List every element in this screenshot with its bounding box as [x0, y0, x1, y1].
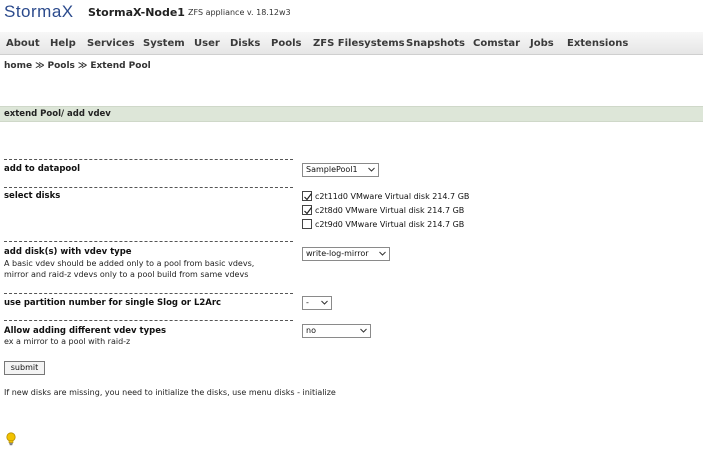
appliance-version: ZFS appliance v. 18.12w3	[188, 8, 291, 17]
partition-number-select[interactable]: -	[302, 296, 332, 310]
breadcrumb-extend-pool[interactable]: Extend Pool	[90, 61, 150, 71]
menu-item-comstar[interactable]: Comstar	[473, 38, 520, 49]
node-name: StormaX-Node1	[88, 6, 185, 19]
menu-item-system[interactable]: System	[143, 38, 185, 49]
menu-item-help[interactable]: Help	[50, 38, 76, 49]
chevron-down-icon	[321, 300, 328, 305]
datapool-select-value: SamplePool1	[306, 165, 358, 174]
lightbulb-icon[interactable]	[5, 432, 17, 446]
allow-different-select-value: no	[306, 326, 316, 335]
allow-different-help: ex a mirror to a pool with raid-z	[4, 337, 131, 346]
stormax-logo[interactable]: StormaX	[4, 2, 74, 22]
partition-number-label: use partition number for single Slog or …	[4, 298, 222, 308]
select-disks-label: select disks	[4, 191, 61, 201]
checkmark-icon	[304, 193, 312, 201]
menu-item-jobs[interactable]: Jobs	[530, 38, 554, 49]
menu-item-snapshots[interactable]: Snapshots	[406, 38, 465, 49]
menu-item-zfs-filesystems[interactable]: ZFS Filesystems	[313, 38, 405, 49]
vdev-type-select[interactable]: write-log-mirror	[302, 247, 390, 261]
menu-item-about[interactable]: About	[6, 38, 40, 49]
vdev-type-select-value: write-log-mirror	[306, 249, 369, 258]
breadcrumb: home ≫ Pools ≫ Extend Pool	[4, 61, 151, 71]
chevron-down-icon	[379, 251, 386, 256]
info-note: If new disks are missing, you need to in…	[4, 388, 336, 397]
datapool-select[interactable]: SamplePool1	[302, 163, 379, 177]
breadcrumb-separator: ≫	[35, 61, 45, 71]
disk-label-c2t11d0: c2t11d0 VMware Virtual disk 214.7 GB	[315, 192, 470, 201]
partition-number-select-value: -	[306, 298, 309, 307]
allow-different-label: Allow adding different vdev types	[4, 326, 167, 336]
vdev-type-help-line2: mirror and raid-z vdevs only to a pool b…	[4, 270, 249, 279]
disk-checkbox-c2t11d0[interactable]	[302, 191, 312, 201]
row-divider	[4, 320, 293, 321]
vdev-type-help-line1: A basic vdev should be added only to a p…	[4, 259, 255, 268]
row-divider	[4, 187, 293, 188]
chevron-down-icon	[368, 167, 375, 172]
menu-item-user[interactable]: User	[194, 38, 220, 49]
breadcrumb-pools[interactable]: Pools	[48, 61, 75, 71]
top-header: StormaX StormaX-Node1 ZFS appliance v. 1…	[0, 0, 703, 32]
row-divider	[4, 241, 293, 242]
vdev-type-label: add disk(s) with vdev type	[4, 247, 132, 257]
submit-button[interactable]: submit	[4, 361, 45, 375]
breadcrumb-home[interactable]: home	[4, 61, 32, 71]
main-menu: About Help Services System User Disks Po…	[0, 32, 703, 55]
section-title: extend Pool/ add vdev	[4, 109, 111, 119]
row-divider	[4, 159, 293, 160]
breadcrumb-separator: ≫	[77, 61, 88, 71]
disk-checkbox-c2t9d0[interactable]	[302, 219, 312, 229]
menu-item-services[interactable]: Services	[87, 38, 135, 49]
chevron-down-icon	[360, 328, 367, 333]
disk-checkbox-c2t8d0[interactable]	[302, 205, 312, 215]
menu-item-pools[interactable]: Pools	[271, 38, 301, 49]
disk-label-c2t8d0: c2t8d0 VMware Virtual disk 214.7 GB	[315, 206, 465, 215]
allow-different-select[interactable]: no	[302, 324, 371, 338]
menu-item-extensions[interactable]: Extensions	[567, 38, 628, 49]
menu-item-disks[interactable]: Disks	[230, 38, 260, 49]
section-title-bar: extend Pool/ add vdev	[0, 106, 703, 122]
disk-label-c2t9d0: c2t9d0 VMware Virtual disk 214.7 GB	[315, 220, 465, 229]
datapool-label: add to datapool	[4, 164, 81, 174]
checkmark-icon	[304, 207, 312, 215]
row-divider	[4, 293, 293, 294]
